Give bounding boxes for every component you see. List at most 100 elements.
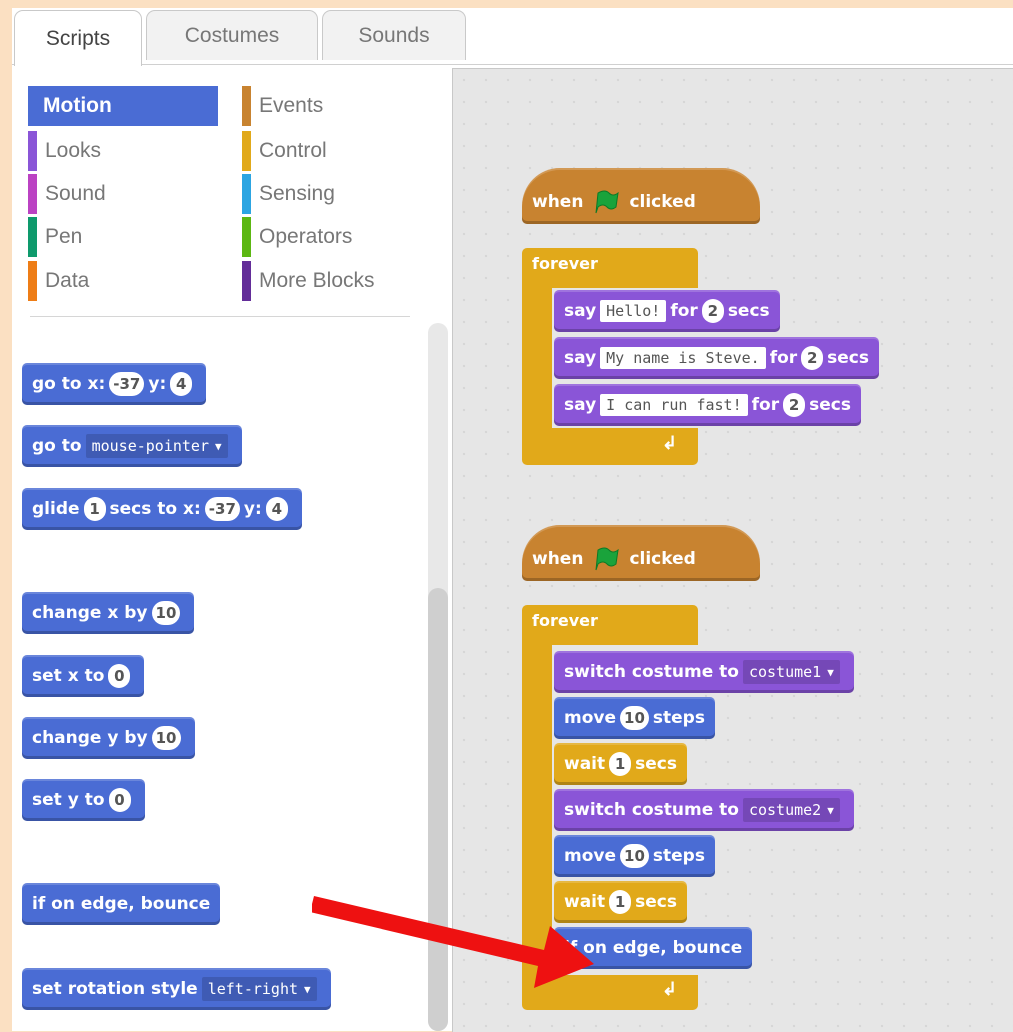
palette-glide-block[interactable]: glide 1 secs to x: -37 y: 4 (22, 488, 302, 530)
goto-y-label: y: (148, 374, 167, 394)
hat-clicked-label: clicked (629, 192, 696, 212)
goto-target-value: mouse-pointer (91, 437, 209, 455)
palette-goto-xy-block[interactable]: go to x: -37 y: 4 (22, 363, 207, 405)
operators-color-bar (242, 217, 251, 257)
say-secs-label: secs (827, 348, 870, 368)
say-text-input[interactable]: I can run fast! (600, 394, 748, 416)
palette-bounce-block[interactable]: if on edge, bounce (22, 883, 221, 925)
tab-costumes-label: Costumes (184, 23, 280, 47)
category-motion-label: Motion (43, 94, 112, 117)
category-motion[interactable]: Motion (28, 86, 218, 126)
scratch-editor: Scripts Costumes Sounds Motion Looks Sou… (12, 8, 1013, 1032)
tab-costumes[interactable]: Costumes (146, 10, 318, 60)
category-more-blocks[interactable]: More Blocks (242, 261, 442, 301)
palette-rotation-style-block[interactable]: set rotation style left-right ▼ (22, 968, 331, 1010)
say-secs-label: secs (727, 301, 770, 321)
category-data-label: Data (45, 269, 90, 292)
dropdown-caret-icon: ▼ (304, 982, 311, 996)
when-flag-clicked-hat-2[interactable]: when clicked (522, 525, 760, 581)
set-y-input[interactable]: 0 (108, 788, 131, 812)
say-secs-label: secs (809, 395, 851, 415)
say-for-label: for (670, 301, 698, 321)
wait-secs-input[interactable]: 1 (609, 890, 632, 914)
events-color-bar (242, 86, 251, 126)
category-more-blocks-label: More Blocks (259, 269, 375, 292)
tab-scripts[interactable]: Scripts (14, 10, 142, 66)
more-blocks-color-bar (242, 261, 251, 301)
category-sound[interactable]: Sound (28, 174, 218, 214)
palette-change-y-block[interactable]: change y by 10 (22, 717, 195, 759)
costume-value: costume1 (748, 663, 822, 681)
say-secs-input[interactable]: 2 (801, 346, 824, 370)
glide-secs-input[interactable]: 1 (83, 497, 106, 521)
sound-color-bar (28, 174, 37, 214)
palette-goto-block[interactable]: go to mouse-pointer ▼ (22, 425, 242, 467)
move-steps-block-1[interactable]: move 10 steps (554, 697, 715, 739)
forever-label: forever (532, 611, 598, 630)
say-text-input[interactable]: Hello! (600, 300, 667, 322)
hat-when-label: when (532, 192, 584, 212)
category-sensing-label: Sensing (259, 182, 335, 205)
say-secs-input[interactable]: 2 (701, 299, 724, 323)
say-label: say (564, 348, 597, 368)
set-x-input[interactable]: 0 (108, 664, 131, 688)
goto-y-input[interactable]: 4 (170, 372, 193, 396)
wait-secs-input[interactable]: 1 (609, 752, 632, 776)
goto-x-input[interactable]: -37 (109, 372, 145, 396)
palette-change-x-block[interactable]: change x by 10 (22, 592, 195, 634)
category-events[interactable]: Events (242, 86, 432, 126)
move-steps-input[interactable]: 10 (620, 706, 649, 730)
rotation-style-dropdown[interactable]: left-right ▼ (201, 977, 317, 1001)
switch-costume-block-2[interactable]: switch costume to costume2 ▼ (554, 789, 854, 831)
category-sensing[interactable]: Sensing (242, 174, 432, 214)
say-block-1[interactable]: say Hello! for 2 secs (554, 290, 780, 332)
move-label: move (564, 846, 617, 866)
change-y-input[interactable]: 10 (151, 726, 181, 750)
move-steps-unit: steps (652, 708, 705, 728)
costume-dropdown[interactable]: costume1 ▼ (742, 660, 840, 684)
looks-color-bar (28, 131, 37, 171)
switch-costume-block-1[interactable]: switch costume to costume1 ▼ (554, 651, 854, 693)
category-pen[interactable]: Pen (28, 217, 218, 257)
say-label: say (564, 301, 597, 321)
palette-set-y-block[interactable]: set y to 0 (22, 779, 145, 821)
category-data[interactable]: Data (28, 261, 218, 301)
dropdown-caret-icon: ▼ (827, 803, 834, 817)
move-steps-block-2[interactable]: move 10 steps (554, 835, 715, 877)
wait-label: wait (564, 754, 606, 774)
category-operators-label: Operators (259, 225, 353, 248)
category-control-label: Control (259, 139, 327, 162)
change-x-input[interactable]: 10 (151, 601, 181, 625)
category-events-label: Events (259, 94, 324, 117)
green-flag-icon (595, 547, 620, 571)
loop-arrow-icon: ↲ (662, 979, 678, 999)
say-block-2[interactable]: say My name is Steve. for 2 secs (554, 337, 880, 379)
dropdown-caret-icon: ▼ (214, 439, 222, 453)
glide-y-input[interactable]: 4 (265, 497, 288, 521)
tab-sounds[interactable]: Sounds (322, 10, 466, 60)
category-looks[interactable]: Looks (28, 131, 218, 171)
glide-label: glide (32, 499, 80, 519)
glide-y-label: y: (243, 499, 262, 519)
dropdown-caret-icon: ▼ (827, 665, 834, 679)
category-looks-label: Looks (45, 139, 102, 162)
when-flag-clicked-hat-1[interactable]: when clicked (522, 168, 760, 224)
category-operators[interactable]: Operators (242, 217, 432, 257)
goto-target-dropdown[interactable]: mouse-pointer ▼ (85, 434, 228, 458)
pen-color-bar (28, 217, 37, 257)
glide-x-input[interactable]: -37 (204, 497, 240, 521)
bounce-label: if on edge, bounce (32, 894, 211, 914)
switch-costume-label: switch costume to (564, 662, 739, 682)
say-secs-input[interactable]: 2 (783, 393, 806, 417)
category-control[interactable]: Control (242, 131, 432, 171)
wait-block-1[interactable]: wait 1 secs (554, 743, 687, 785)
costume-dropdown[interactable]: costume2 ▼ (742, 798, 840, 822)
say-text-input[interactable]: My name is Steve. (600, 347, 766, 369)
say-block-3[interactable]: say I can run fast! for 2 secs (554, 384, 861, 426)
say-for-label: for (751, 395, 780, 415)
sensing-color-bar (242, 174, 251, 214)
glide-mid-label: secs to x: (109, 499, 201, 519)
palette-set-x-block[interactable]: set x to 0 (22, 655, 145, 697)
move-steps-input[interactable]: 10 (620, 844, 649, 868)
loop-arrow-icon: ↲ (662, 433, 678, 453)
